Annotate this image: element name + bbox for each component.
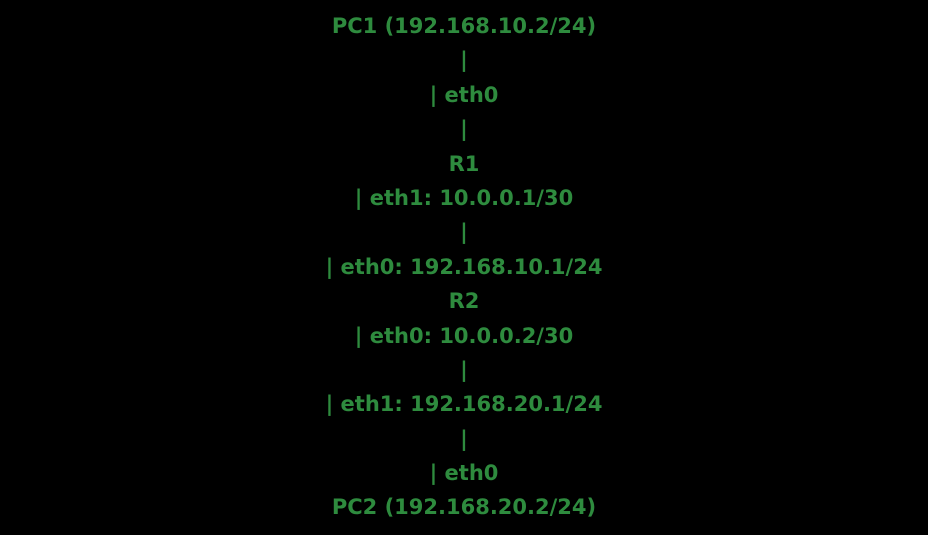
link-connector: |: [460, 357, 468, 382]
link-connector: |: [460, 117, 468, 142]
network-topology-diagram: PC1 (192.168.10.2/24) | | eth0 | R1 | et…: [0, 9, 928, 525]
link-connector: |: [460, 426, 468, 451]
pc1-interface-label: | eth0: [429, 82, 499, 107]
pc1-label: PC1 (192.168.10.2/24): [331, 14, 597, 38]
link-connector: |: [460, 220, 468, 245]
r1-eth0-interface-label: | eth0: 192.168.10.1/24: [325, 254, 603, 279]
r2-eth0-interface-label: | eth0: 10.0.0.2/30: [354, 323, 574, 348]
pc2-label: PC2 (192.168.20.2/24): [331, 495, 597, 520]
r1-eth1-interface-label: | eth1: 10.0.0.1/30: [354, 185, 574, 210]
link-connector: |: [460, 48, 468, 73]
pc2-interface-label: | eth0: [429, 461, 499, 486]
r2-eth1-interface-label: | eth1: 192.168.20.1/24: [325, 392, 603, 417]
r1-label: R1: [448, 151, 480, 176]
r2-label: R2: [448, 289, 480, 314]
